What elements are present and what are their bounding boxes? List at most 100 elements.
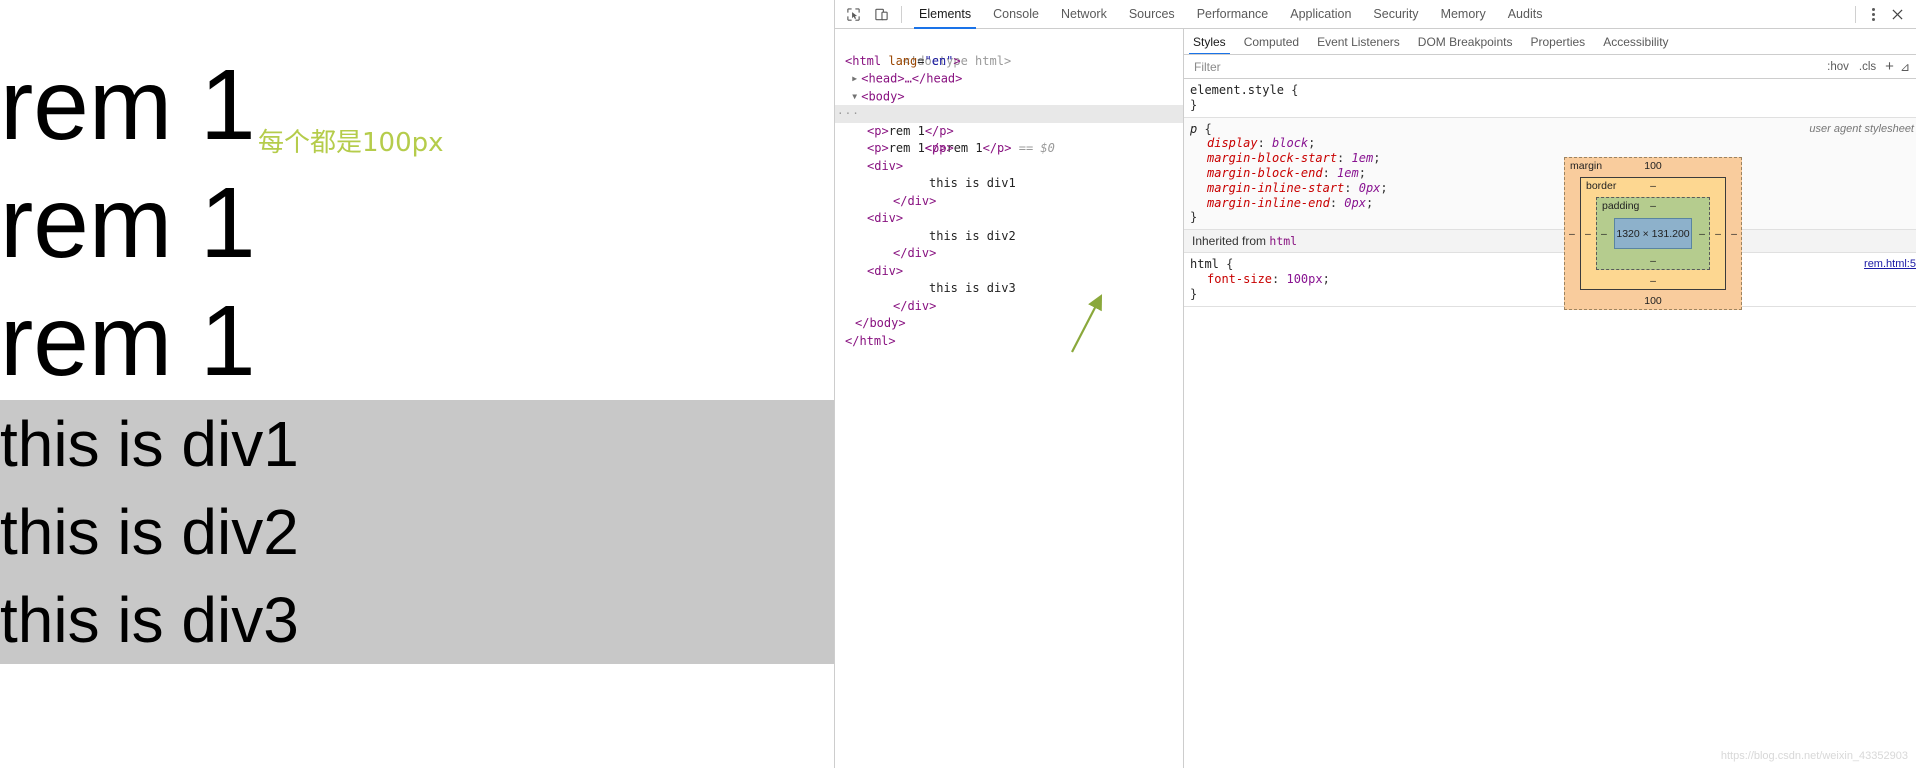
rule-selector-html[interactable]: html <box>1190 257 1219 271</box>
tab-accessibility[interactable]: Accessibility <box>1594 29 1677 54</box>
decl-margin-inline-start[interactable]: margin-inline-start: 0px; <box>1190 181 1916 196</box>
dom-line-div3-text[interactable]: this is div3 <box>835 280 1183 298</box>
dom-div3-open-text: <div> <box>867 263 904 278</box>
rule-selector-p[interactable]: p <box>1190 122 1197 136</box>
dom-line-html-close[interactable]: </html> <box>835 333 1183 351</box>
tab-network[interactable]: Network <box>1050 0 1118 29</box>
box-model-diagram: margin 100 100 – – border – – – – paddin… <box>1564 157 1742 310</box>
rule-html-inherited[interactable]: rem.html:5 html { font-size: 100px; } <box>1184 253 1916 307</box>
devtools-main-tabs: Elements Console Network Sources Perform… <box>908 0 1553 29</box>
dom-div3-close-text: </div> <box>893 298 937 313</box>
devtools-toolbar: Elements Console Network Sources Perform… <box>835 0 1916 29</box>
expand-triangle-head-icon[interactable]: ▶ <box>852 70 861 88</box>
new-style-rule-button[interactable]: + <box>1881 58 1898 75</box>
tab-security[interactable]: Security <box>1362 0 1429 29</box>
dom-line-div1-text[interactable]: this is div1 <box>835 175 1183 193</box>
dom-line-html[interactable]: <html lang="en"> <box>835 53 1183 71</box>
dom-line-body-close[interactable]: </body> <box>835 315 1183 333</box>
box-model-margin-right[interactable]: – <box>1731 228 1737 240</box>
dom-div2-close-text: </div> <box>893 246 937 260</box>
tab-dom-breakpoints[interactable]: DOM Breakpoints <box>1409 29 1522 54</box>
decl-margin-block-start[interactable]: margin-block-start: 1em; <box>1190 151 1916 166</box>
styles-sidebar-toggle-icon[interactable]: ⊿ <box>1898 60 1916 74</box>
tab-application[interactable]: Application <box>1279 0 1362 29</box>
inspect-cursor-icon[interactable] <box>840 2 866 26</box>
dom-line-head[interactable]: ▶ <head>…</head> <box>835 70 1183 88</box>
tab-sources[interactable]: Sources <box>1118 0 1186 29</box>
decl-mie-value: 0px <box>1344 195 1366 210</box>
collapse-triangle-body-icon[interactable]: ▼ <box>852 88 861 106</box>
tab-styles[interactable]: Styles <box>1184 29 1235 54</box>
dom-line-div2-text[interactable]: this is div2 <box>835 228 1183 246</box>
decl-mbs-value: 1em <box>1351 151 1374 166</box>
box-model-padding-area[interactable]: padding – – – – 1320 × 131.200 <box>1596 197 1710 270</box>
device-toolbar-icon[interactable] <box>868 2 894 26</box>
styles-sidebar-tabs: Styles Computed Event Listeners DOM Brea… <box>1184 29 1916 55</box>
decl-font-size-prop: font-size <box>1207 271 1273 286</box>
hov-toggle-button[interactable]: :hov <box>1822 61 1854 73</box>
cls-toggle-button[interactable]: .cls <box>1854 61 1881 73</box>
dom-p2-text: rem 1 <box>888 123 925 138</box>
dom-line-p1-selected[interactable]: ··· <p>rem 1</p> == $0 <box>835 105 1183 155</box>
box-model-padding-bottom[interactable]: – <box>1650 255 1656 267</box>
dom-line-div1-close[interactable]: </div> <box>835 193 1183 211</box>
decl-display[interactable]: display: block; <box>1190 136 1916 151</box>
tab-elements[interactable]: Elements <box>908 0 982 29</box>
box-model-margin-label: margin <box>1570 160 1603 172</box>
box-model-border-left[interactable]: – <box>1585 228 1591 240</box>
dom-line-div2-close[interactable]: </div> <box>835 245 1183 263</box>
decl-display-prop: display <box>1207 136 1258 151</box>
dom-line-p2[interactable]: <p>rem 1</p> <box>835 123 1183 141</box>
dom-line-div3-open[interactable]: <div> <box>835 263 1183 281</box>
page-div-3: this is div3 <box>0 576 834 664</box>
tab-audits[interactable]: Audits <box>1497 0 1554 29</box>
tab-properties[interactable]: Properties <box>1521 29 1594 54</box>
dom-line-div1-open[interactable]: <div> <box>835 158 1183 176</box>
rule-selector-element-style[interactable]: element.style <box>1190 83 1284 97</box>
box-model-margin-left[interactable]: – <box>1569 228 1575 240</box>
page-div-1: this is div1 <box>0 400 834 488</box>
decl-font-size[interactable]: font-size: 100px; <box>1190 272 1916 287</box>
decl-mbe-value: 1em <box>1337 165 1359 180</box>
box-model-padding-left[interactable]: – <box>1601 228 1607 240</box>
dom-line-doctype[interactable]: <!doctype html> <box>835 35 1183 68</box>
dom-line-div2-open[interactable]: <div> <box>835 210 1183 228</box>
box-model-border-top[interactable]: – <box>1650 180 1656 192</box>
box-model-border-bottom[interactable]: – <box>1650 275 1656 287</box>
rem-paragraph-3: rem 1 <box>0 285 256 397</box>
box-model-margin-area[interactable]: margin 100 100 – – border – – – – paddin… <box>1564 157 1742 310</box>
rem-paragraph-1: rem 1 <box>0 49 256 161</box>
dom-div3-inner-text: this is div3 <box>929 281 1016 295</box>
annotation-text-100px: 每个都是100px <box>258 128 444 158</box>
box-model-padding-top[interactable]: – <box>1650 200 1656 212</box>
dom-line-body[interactable]: ▼ <body> <box>835 88 1183 106</box>
decl-margin-block-end[interactable]: margin-block-end: 1em; <box>1190 166 1916 181</box>
box-model-padding-label: padding <box>1602 200 1640 212</box>
tab-performance[interactable]: Performance <box>1186 0 1280 29</box>
tab-memory[interactable]: Memory <box>1430 0 1497 29</box>
more-options-icon[interactable] <box>1862 3 1884 25</box>
tab-computed[interactable]: Computed <box>1235 29 1308 54</box>
decl-margin-inline-end[interactable]: margin-inline-end: 0px; <box>1190 196 1916 211</box>
rule-element-style[interactable]: element.style { } <box>1184 79 1916 118</box>
rule-p-user-agent[interactable]: user agent stylesheet p { display: block… <box>1184 117 1916 231</box>
dom-div2-open-text: <div> <box>867 211 904 225</box>
box-model-margin-top[interactable]: 100 <box>1644 160 1662 172</box>
tab-console[interactable]: Console <box>982 0 1050 29</box>
dom-tree-pane[interactable]: <!doctype html> <html lang="en"> ▶ <head>… <box>835 29 1183 768</box>
dom-line-div3-close[interactable]: </div> <box>835 298 1183 316</box>
dom-head-text: <head>…</head> <box>861 71 963 86</box>
dom-badge-dots[interactable]: ··· <box>837 105 860 123</box>
dom-div1-close-text: </div> <box>893 193 937 208</box>
box-model-border-area[interactable]: border – – – – padding – – – – 1320 × 13… <box>1580 177 1726 290</box>
tab-event-listeners[interactable]: Event Listeners <box>1308 29 1409 54</box>
style-source-link[interactable]: rem.html:5 <box>1864 257 1916 272</box>
close-icon[interactable] <box>1884 2 1910 26</box>
styles-filter-input[interactable] <box>1192 55 1823 78</box>
inherited-from-header: Inherited from html <box>1184 230 1916 254</box>
box-model-content-size[interactable]: 1320 × 131.200 <box>1614 218 1692 249</box>
box-model-border-right[interactable]: – <box>1715 228 1721 240</box>
dom-line-p3[interactable]: <p>rem 1</p> <box>835 140 1183 158</box>
box-model-padding-right[interactable]: – <box>1699 228 1705 240</box>
box-model-margin-bottom[interactable]: 100 <box>1644 295 1662 307</box>
